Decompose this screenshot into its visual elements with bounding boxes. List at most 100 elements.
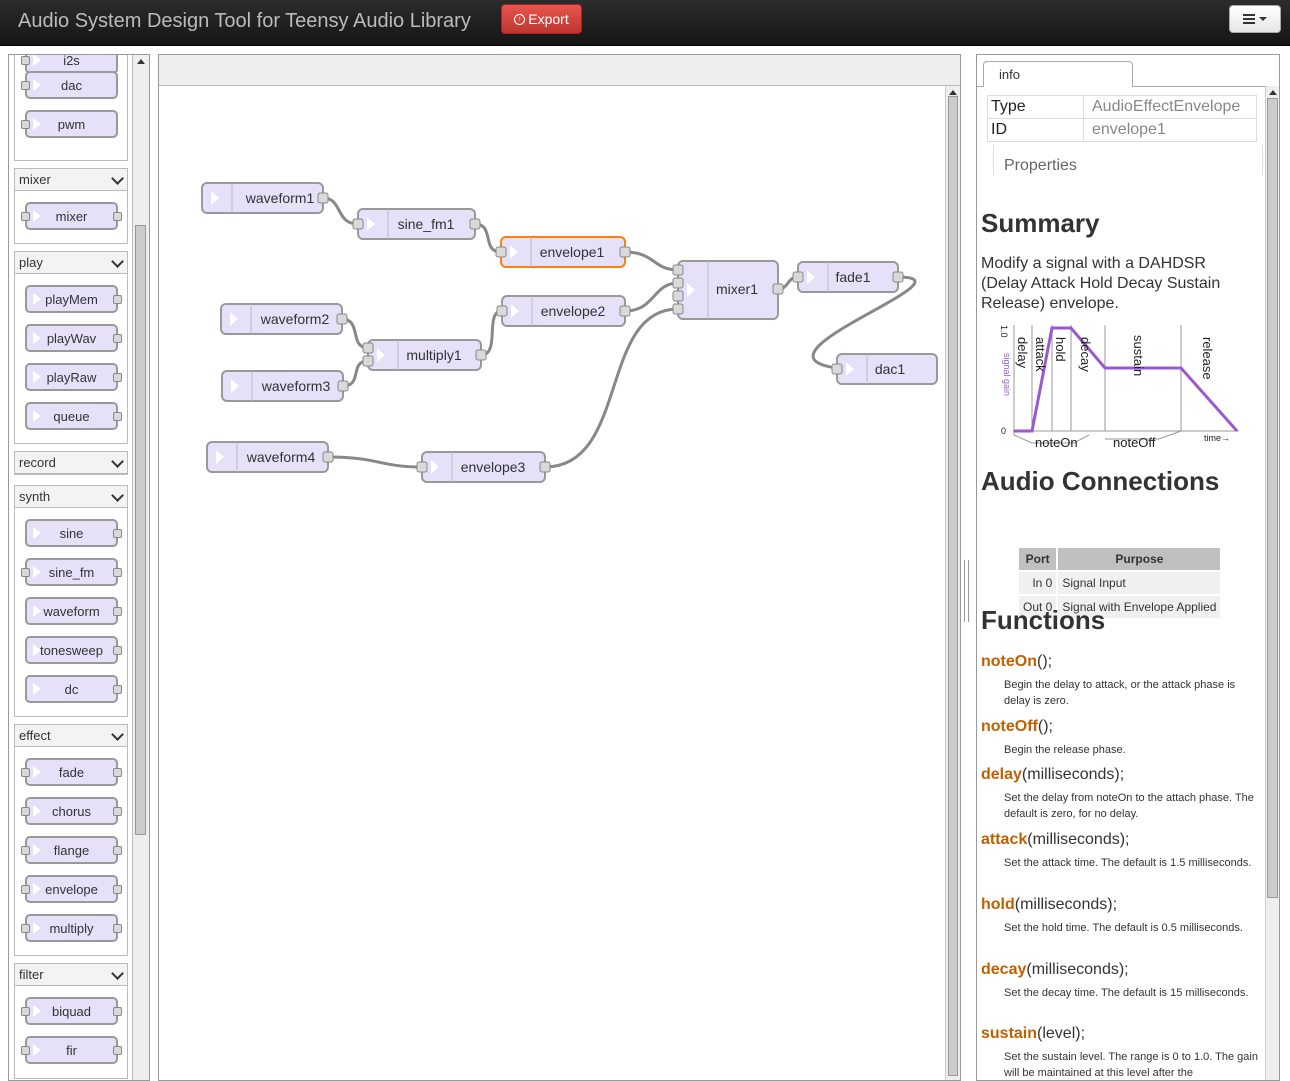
- palette-node-sine[interactable]: sine: [25, 519, 122, 547]
- flow-node-mixer1[interactable]: mixer1: [672, 260, 784, 320]
- category-header-record[interactable]: record: [15, 452, 127, 474]
- flow-node-waveform2[interactable]: waveform2: [220, 303, 348, 335]
- input-port[interactable]: [362, 342, 374, 354]
- palette-node-tonesweep[interactable]: tonesweep: [25, 636, 122, 664]
- input-port[interactable]: [21, 1046, 30, 1055]
- palette-node-multiply[interactable]: multiply: [21, 914, 122, 942]
- scroll-up-icon[interactable]: [949, 90, 957, 95]
- output-port[interactable]: [113, 212, 122, 221]
- palette-node-dac[interactable]: dac: [21, 71, 118, 99]
- flow-node-dac1[interactable]: dac1: [831, 353, 938, 385]
- palette-node-pwm[interactable]: pwm: [21, 110, 118, 138]
- scroll-up-icon[interactable]: [1269, 90, 1277, 95]
- category-header-play[interactable]: play: [15, 252, 127, 274]
- input-port[interactable]: [352, 218, 364, 230]
- sidebar-scroll-thumb[interactable]: [1267, 98, 1278, 898]
- input-port[interactable]: [496, 305, 508, 317]
- input-port[interactable]: [21, 81, 30, 90]
- output-port[interactable]: [113, 373, 122, 382]
- output-port[interactable]: [113, 768, 122, 777]
- palette-node-biquad[interactable]: biquad: [21, 997, 122, 1025]
- input-port[interactable]: [21, 120, 30, 129]
- flow-node-fade1[interactable]: fade1: [792, 261, 904, 293]
- input-port[interactable]: [21, 807, 30, 816]
- palette-scroll-thumb[interactable]: [135, 225, 146, 835]
- output-port[interactable]: [113, 807, 122, 816]
- output-port[interactable]: [619, 305, 631, 317]
- category-header-mixer[interactable]: mixer: [15, 169, 127, 191]
- output-port[interactable]: [469, 218, 481, 230]
- palette-node-chorus[interactable]: chorus: [21, 797, 122, 825]
- palette-node-fade[interactable]: fade: [21, 758, 122, 786]
- output-port[interactable]: [113, 295, 122, 304]
- output-port[interactable]: [337, 380, 349, 392]
- output-port[interactable]: [772, 283, 784, 295]
- output-port[interactable]: [113, 846, 122, 855]
- output-port[interactable]: [113, 529, 122, 538]
- palette-node-waveform[interactable]: waveform: [25, 597, 122, 625]
- input-port[interactable]: [495, 246, 507, 258]
- output-port[interactable]: [336, 313, 348, 325]
- output-port[interactable]: [113, 1046, 122, 1055]
- flow-node-waveform4[interactable]: waveform4: [206, 441, 334, 473]
- flow-node-envelope1[interactable]: envelope1: [495, 236, 631, 268]
- workspace-scroll-thumb[interactable]: [948, 96, 958, 1076]
- output-port[interactable]: [113, 685, 122, 694]
- output-port[interactable]: [113, 646, 122, 655]
- flow-node-envelope2[interactable]: envelope2: [496, 295, 631, 327]
- input-port[interactable]: [21, 56, 30, 65]
- output-port[interactable]: [113, 334, 122, 343]
- input-port[interactable]: [21, 924, 30, 933]
- input-port[interactable]: [672, 303, 684, 315]
- export-button[interactable]: ↑ Export: [501, 4, 582, 34]
- input-port[interactable]: [792, 271, 804, 283]
- input-port[interactable]: [831, 363, 843, 375]
- input-port[interactable]: [21, 568, 30, 577]
- input-port[interactable]: [672, 290, 684, 302]
- palette-node-dc[interactable]: dc: [25, 675, 122, 703]
- palette-node-playmem[interactable]: playMem: [25, 285, 122, 313]
- palette-scrollbar[interactable]: [132, 55, 149, 1080]
- palette-node-sine-fm[interactable]: sine_fm: [21, 558, 122, 586]
- input-port[interactable]: [672, 277, 684, 289]
- output-port[interactable]: [113, 924, 122, 933]
- flow-node-multiply1[interactable]: multiply1: [362, 339, 487, 371]
- output-port[interactable]: [113, 1007, 122, 1016]
- panel-splitter[interactable]: [963, 560, 971, 622]
- flow-node-sine-fm1[interactable]: sine_fm1: [352, 208, 481, 240]
- output-port[interactable]: [475, 349, 487, 361]
- palette-node-playraw[interactable]: playRaw: [25, 363, 122, 391]
- input-port[interactable]: [416, 461, 428, 473]
- palette-node-playwav[interactable]: playWav: [25, 324, 122, 352]
- input-port[interactable]: [21, 885, 30, 894]
- output-port[interactable]: [322, 451, 334, 463]
- input-port[interactable]: [672, 264, 684, 276]
- output-port[interactable]: [113, 885, 122, 894]
- input-port[interactable]: [21, 212, 30, 221]
- input-port[interactable]: [21, 1007, 30, 1016]
- flow-canvas[interactable]: waveform1 sine_fm1 envelope1 waveform2 w…: [159, 55, 945, 1080]
- category-header-filter[interactable]: filter: [15, 964, 127, 986]
- palette-node-mixer[interactable]: mixer: [21, 202, 122, 230]
- flow-node-waveform1[interactable]: waveform1: [201, 182, 329, 214]
- input-port[interactable]: [21, 846, 30, 855]
- workspace-scrollbar[interactable]: [945, 86, 960, 1080]
- palette-node-envelope[interactable]: envelope: [21, 875, 122, 903]
- palette-node-fir[interactable]: fir: [21, 1036, 122, 1064]
- palette-node-flange[interactable]: flange: [21, 836, 122, 864]
- input-port[interactable]: [21, 768, 30, 777]
- category-header-effect[interactable]: effect: [15, 725, 127, 747]
- category-header-synth[interactable]: synth: [15, 486, 127, 508]
- tab-info[interactable]: info: [983, 61, 1133, 87]
- output-port[interactable]: [317, 192, 329, 204]
- output-port[interactable]: [619, 246, 631, 258]
- output-port[interactable]: [539, 461, 551, 473]
- sidebar-scrollbar[interactable]: [1265, 86, 1279, 1080]
- input-port[interactable]: [362, 355, 374, 367]
- palette-node-queue[interactable]: queue: [25, 402, 122, 430]
- output-port[interactable]: [892, 271, 904, 283]
- flow-node-waveform3[interactable]: waveform3: [221, 370, 349, 402]
- scroll-up-icon[interactable]: [137, 59, 145, 64]
- output-port[interactable]: [113, 568, 122, 577]
- flow-workspace[interactable]: waveform1 sine_fm1 envelope1 waveform2 w…: [158, 54, 961, 1081]
